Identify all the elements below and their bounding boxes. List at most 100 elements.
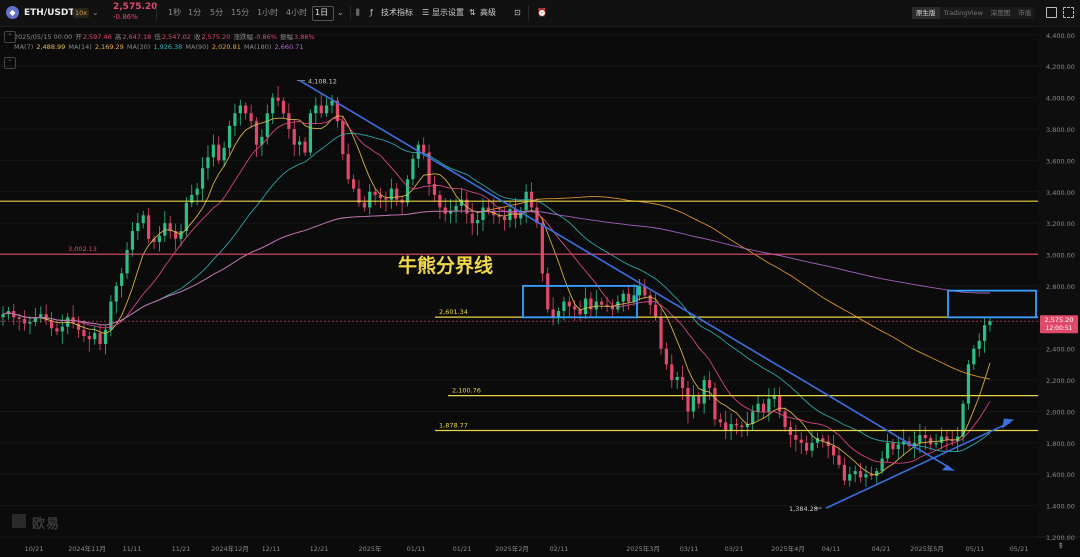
legend-collapse-icon[interactable]: ⌃ (4, 31, 16, 43)
ma-line (2, 196, 991, 380)
candle-body (562, 301, 566, 312)
legend-high: 2,647.18 (122, 33, 152, 41)
candle-body (454, 205, 458, 211)
candle-body (130, 231, 135, 250)
candle-body (249, 113, 253, 122)
candle-body (880, 458, 884, 472)
candle-body (341, 121, 345, 155)
candle-body (891, 442, 895, 450)
candle-body (308, 113, 313, 153)
high-price-label: 4,108.12 (308, 78, 337, 86)
candle-body (794, 435, 798, 440)
candle-body (627, 293, 631, 302)
x-tick-label: 2024年12月 (211, 544, 249, 553)
legend-low-label: 低 (154, 33, 161, 41)
legend-close-label: 收 (193, 33, 201, 41)
legend-change-label: 涨跌幅 (233, 33, 253, 41)
candle-body (287, 113, 291, 129)
candle-body (600, 301, 604, 305)
candle-body (810, 442, 814, 451)
candle-body (686, 387, 690, 412)
candle-body (778, 395, 782, 412)
candle-body (659, 317, 663, 349)
candle-body (610, 306, 615, 310)
ma-line (2, 210, 990, 326)
candle-body (184, 202, 188, 231)
y-tick-label: 3,400.00 (1046, 189, 1075, 197)
axis-settings-icon[interactable]: ⇞ (1057, 542, 1067, 552)
candle-body (799, 439, 803, 443)
candle-body (28, 322, 32, 324)
candle-body (281, 100, 286, 114)
legend-amp: 3.86% (294, 33, 315, 41)
candle-body (163, 223, 167, 236)
candle-body (761, 403, 766, 412)
candle-body (751, 411, 755, 425)
x-tick-label: 05/11 (966, 545, 985, 553)
candle-body (680, 376, 685, 388)
ma90-label: MA(90) (185, 43, 209, 51)
candle-body (103, 329, 108, 344)
candle-body (729, 424, 733, 431)
legend-amp-label: 振幅 (280, 33, 294, 41)
candle-body (244, 105, 248, 114)
x-tick-label: 2024年11月 (68, 544, 106, 553)
candle-body (17, 317, 21, 319)
ma7-label: MA(7) (14, 43, 34, 51)
candle-body (734, 424, 739, 426)
candle-body (724, 422, 728, 431)
candle-body (1, 314, 5, 318)
candle-body (616, 301, 620, 310)
candle-body (476, 220, 480, 224)
legend-change: -0.86% (253, 33, 277, 41)
y-tick-label: 4,000.00 (1046, 95, 1075, 103)
candle-body (265, 113, 269, 137)
candle-body (767, 398, 771, 412)
level-label: 3,002.13 (68, 245, 97, 253)
ma180-label: MA(180) (243, 43, 272, 51)
candle-body (983, 325, 987, 341)
okx-logo-icon (12, 514, 26, 528)
candle-body (546, 273, 550, 310)
price-chart[interactable]: 4,400.00 4,200.00 4,000.00 3,800.00 3,600.00… (0, 0, 1080, 557)
candle-body (848, 474, 852, 481)
candle-body (756, 403, 760, 412)
candle-body (422, 144, 426, 153)
candle-body (481, 207, 485, 221)
legend-expand-icon[interactable]: ⌃ (4, 57, 16, 69)
x-tick-label: 03/11 (680, 545, 699, 553)
candle-body (842, 464, 846, 481)
candle-body (227, 125, 232, 148)
arrow-head (942, 464, 955, 471)
candle-body (125, 249, 129, 274)
candle-body (934, 442, 938, 445)
candle-body (55, 328, 59, 332)
candle-body (707, 380, 712, 388)
candle-body (502, 216, 507, 221)
x-tick-label: 01/21 (453, 545, 472, 553)
candle-body (271, 97, 275, 114)
candle-body (362, 202, 366, 208)
x-tick-label: 04/11 (822, 545, 841, 553)
candle-body (621, 293, 625, 302)
candle-body (238, 105, 242, 114)
candle-body (217, 144, 221, 161)
legend-open: 2,597.46 (82, 33, 112, 41)
candle-body (179, 231, 183, 239)
arrow-head (1002, 418, 1014, 429)
y-tick-label: 2,400.00 (1046, 346, 1075, 354)
candle-body (702, 380, 706, 404)
candle-body (120, 273, 124, 286)
ma-legend: MA(7) 2,488.99 MA(14) 2,169.29 MA(30) 1,… (14, 43, 305, 51)
candle-body (87, 336, 91, 340)
y-tick-label: 3,800.00 (1046, 126, 1075, 134)
level-label: 2,601.34 (439, 308, 468, 316)
candle-body (319, 105, 323, 114)
y-tick-label: 3,200.00 (1046, 220, 1075, 228)
ma-line (2, 115, 991, 476)
y-tick-label: 3,600.00 (1046, 157, 1075, 165)
x-tick-label: 2025年5月 (910, 544, 944, 553)
candle-body (583, 298, 588, 315)
candle-body (384, 198, 388, 200)
candle-body (972, 348, 976, 365)
